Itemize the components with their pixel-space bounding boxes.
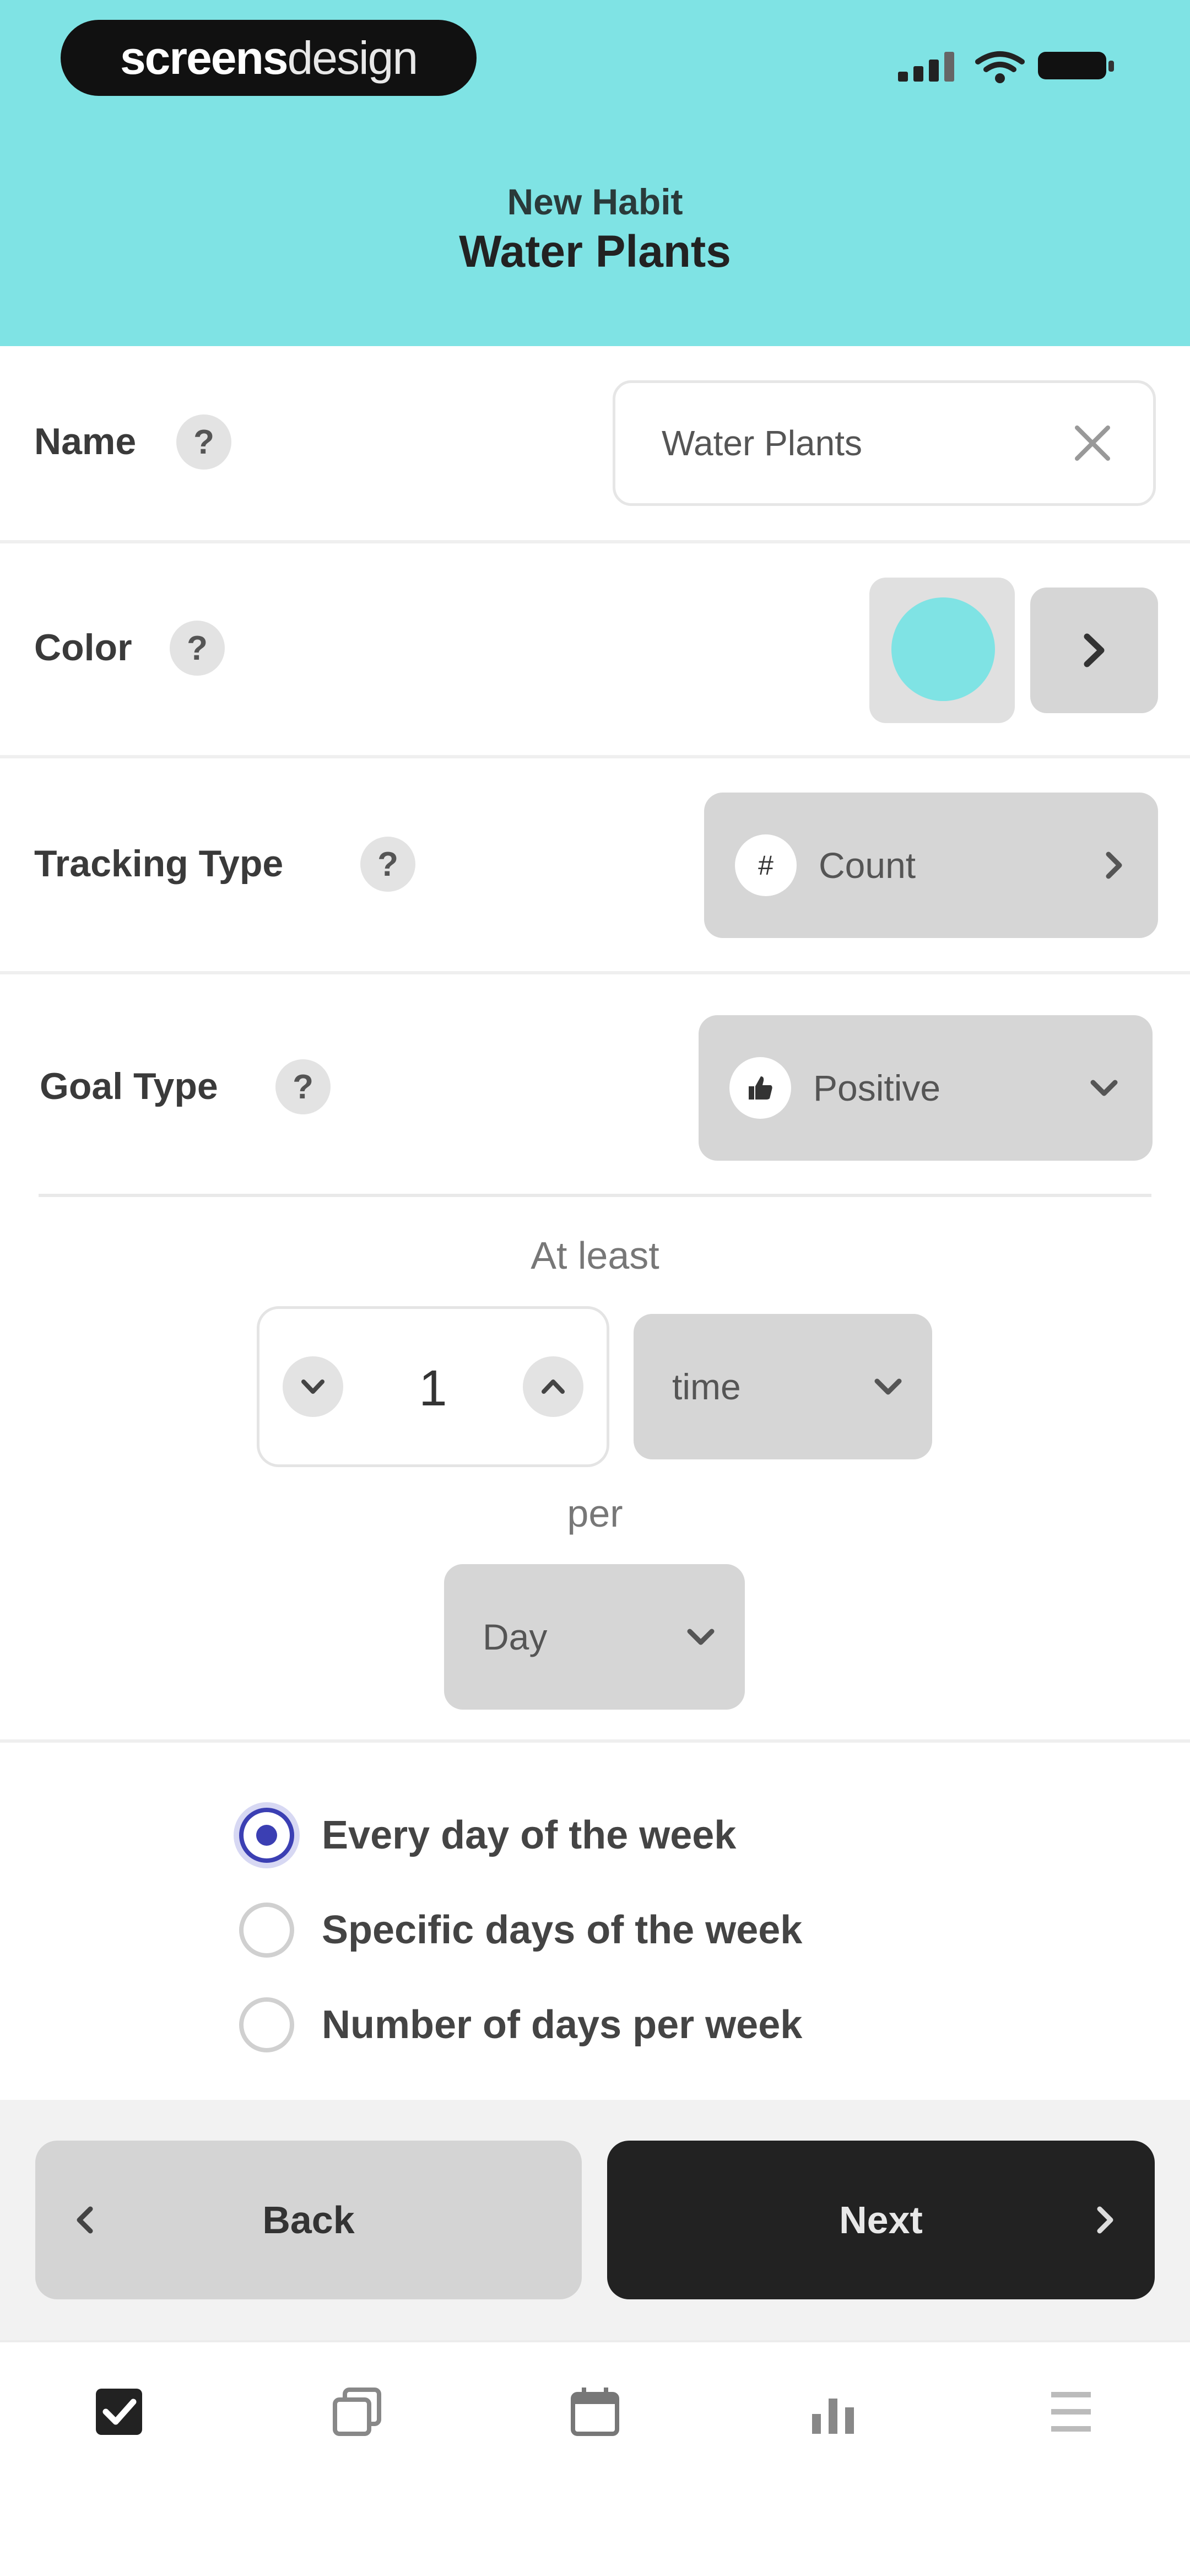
tracking-type-label: Tracking Type [34,843,284,885]
tab-bar [0,2340,1190,2576]
radio-unselected[interactable] [239,1997,294,2052]
chevron-down-icon [874,1378,902,1395]
hash-icon: # [735,834,797,896]
battery-icon [1036,47,1118,79]
logo-light-text: design [287,31,419,84]
goal-prefix: At least [531,1234,659,1277]
color-next-button[interactable] [1030,588,1158,713]
period-select[interactable]: Day [444,1564,745,1710]
chevron-right-icon [1106,852,1122,879]
frequency-option-label: Specific days of the week [322,1908,803,1952]
chevron-down-icon [687,1629,715,1645]
frequency-option[interactable]: Specific days of the week [239,1903,802,1958]
color-label: Color [34,627,132,669]
name-help-icon[interactable]: ? [176,414,231,470]
goal-type-value: Positive [813,1068,941,1108]
wifi-icon [975,51,1025,83]
calendar-icon[interactable] [562,2379,628,2445]
stats-icon[interactable] [800,2379,866,2445]
color-help-icon[interactable]: ? [170,621,225,676]
increment-button[interactable] [523,1356,583,1417]
tracking-type-select[interactable]: # Count [704,793,1158,938]
name-input[interactable]: Water Plants [613,380,1156,506]
divider [0,971,1190,974]
goal-type-help-icon[interactable]: ? [275,1059,331,1114]
signal-icon [898,51,959,82]
frequency-option[interactable]: Number of days per week [239,1997,802,2052]
name-input-value: Water Plants [662,423,862,463]
tracking-type-help-icon[interactable]: ? [360,837,415,892]
divider [0,755,1190,758]
clear-icon[interactable] [1070,421,1115,465]
unit-select[interactable]: time [634,1314,932,1459]
frequency-option-label: Number of days per week [322,2003,803,2047]
radio-unselected[interactable] [239,1903,294,1958]
next-button[interactable]: Next [607,2141,1155,2299]
goal-type-select[interactable]: Positive [699,1015,1153,1161]
back-button[interactable]: Back [35,2141,582,2299]
chevron-down-icon [1090,1080,1118,1096]
frequency-option-label: Every day of the week [322,1813,737,1857]
logo-bold-text: screens [120,31,289,84]
checkbox-icon[interactable] [86,2379,152,2445]
goal-type-label: Goal Type [40,1065,218,1107]
chevron-right-icon [1084,633,1105,667]
chevron-up-icon [542,1379,565,1394]
divider [0,1739,1190,1743]
chevron-right-icon [1097,2206,1113,2234]
list-icon[interactable] [1038,2379,1104,2445]
radio-selected[interactable] [239,1808,294,1863]
period-value: Day [483,1616,548,1657]
back-button-label: Back [262,2198,355,2241]
name-label: Name [34,421,137,462]
copy-icon[interactable] [324,2379,390,2445]
color-swatch [891,597,995,701]
divider [0,540,1190,543]
chevron-left-icon [77,2206,93,2234]
divider [39,1194,1151,1197]
unit-value: time [672,1366,741,1407]
page-title: Water Plants [459,227,731,277]
thumbs-up-icon [729,1057,791,1119]
frequency-option[interactable]: Every day of the week [239,1808,736,1863]
header-subtitle: New Habit [507,181,683,222]
per-label: per [567,1492,623,1535]
quantity-stepper[interactable]: 1 [257,1306,609,1467]
next-button-label: Next [839,2198,923,2241]
screensdesign-logo: screens design [61,20,477,96]
tracking-type-value: Count [819,845,916,886]
